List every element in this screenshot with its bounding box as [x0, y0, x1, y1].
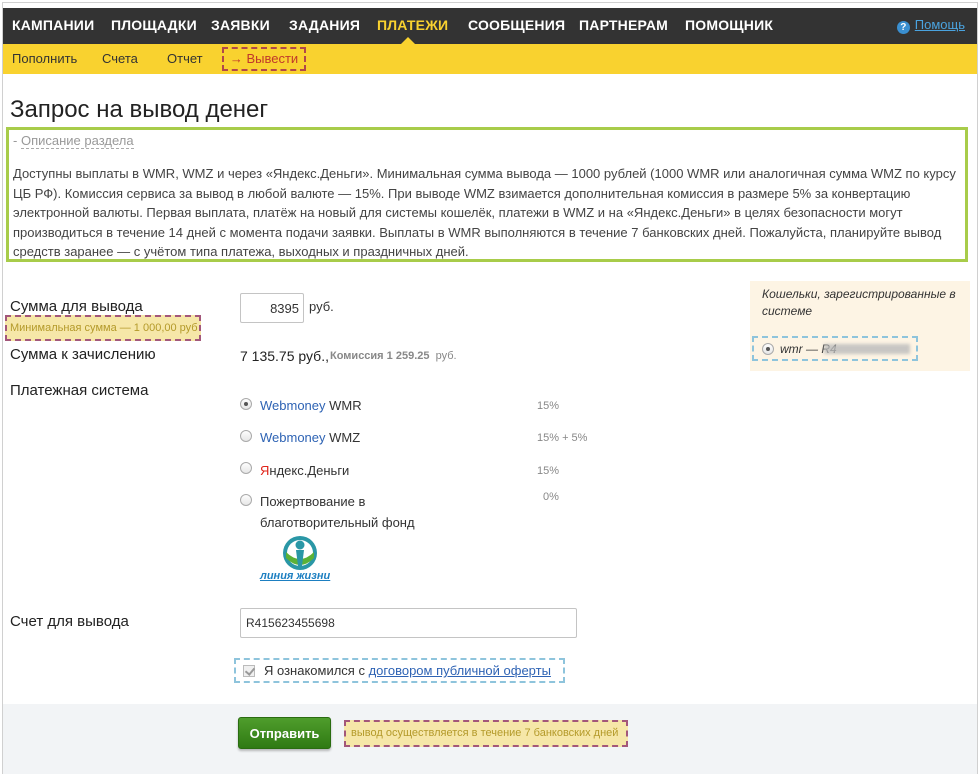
nav-item-partners[interactable]: ПАРТНЕРАМ [579, 8, 668, 44]
amount-currency: руб. [309, 299, 334, 314]
charity-label-line2: благотворительный фонд [260, 515, 415, 530]
payment-option-wmr[interactable]: Webmoney WMR [260, 395, 362, 416]
wmr-brand: Webmoney [260, 398, 326, 413]
credit-currency: руб., [298, 348, 329, 364]
wallet-radio[interactable] [762, 343, 774, 355]
payment-radio-yandex[interactable] [240, 462, 252, 474]
active-tab-caret [401, 37, 415, 44]
commission-label: Комиссия [330, 350, 384, 362]
nav-item-sites[interactable]: ПЛОЩАДКИ [111, 8, 197, 44]
commission-currency: руб. [435, 350, 457, 362]
agree-checkbox[interactable] [243, 665, 255, 677]
wmz-brand: Webmoney [260, 430, 326, 445]
subnav-item-topup[interactable]: Пополнить [12, 44, 77, 74]
offer-agreement[interactable]: Я ознакомился с договором публичной офер… [234, 658, 565, 683]
help-label: Помощь [914, 17, 965, 32]
wallets-title: Кошельки, зарегистрированные в системе [762, 287, 956, 318]
toggle-label: Описание раздела [20, 133, 134, 149]
subnav-item-report[interactable]: Отчет [167, 44, 203, 74]
wmr-suffix: WMR [325, 398, 362, 413]
sub-nav: Пополнить Счета Отчет → Вывести [3, 44, 977, 74]
section-description: - Описание раздела Доступны выплаты в WM… [6, 127, 968, 262]
agree-text: Я ознакомился с договором публичной офер… [264, 663, 551, 678]
charity-fee: 0% [543, 491, 559, 503]
credit-value: 7 135.75 [240, 348, 295, 364]
nav-item-campaigns[interactable]: КАМПАНИИ [12, 8, 94, 44]
nav-item-assistant[interactable]: ПОМОЩНИК [685, 8, 773, 44]
help-link[interactable]: ? Помощь [896, 8, 965, 44]
commission-info: Комиссия 1 259.25 руб. [330, 350, 457, 362]
subnav-item-accounts[interactable]: Счета [102, 44, 138, 74]
yandex-brand-rest: ндекс.Деньги [269, 463, 350, 478]
yandex-fee: 15% [537, 465, 560, 477]
amount-input[interactable] [240, 293, 304, 323]
nav-item-requests[interactable]: ЗАЯВКИ [211, 8, 270, 44]
account-label: Счет для вывода [10, 613, 129, 630]
payment-option-wmz[interactable]: Webmoney WMZ [260, 427, 360, 448]
subnav-item-withdraw[interactable]: → Вывести [222, 47, 306, 71]
payment-radio-wmr[interactable] [240, 398, 252, 410]
wallet-number-blurred [824, 344, 910, 354]
page-title: Запрос на вывод денег [10, 96, 269, 123]
question-circle-icon: ? [896, 21, 910, 34]
amount-label: Сумма для вывода [10, 298, 143, 315]
agree-prefix: Я ознакомился с [264, 663, 369, 678]
submit-button[interactable]: Отправить [238, 717, 331, 749]
charity-label-line1: Пожертвование в [260, 494, 366, 509]
payment-radio-charity[interactable] [240, 494, 252, 506]
wmz-suffix: WMZ [325, 430, 361, 445]
main-nav: КАМПАНИИ ПЛОЩАДКИ ЗАЯВКИ ЗАДАНИЯ ПЛАТЕЖИ… [3, 8, 977, 44]
yandex-brand-first: Я [260, 463, 270, 478]
commission-value: 1 259.25 [386, 350, 430, 362]
description-text: Доступны выплаты в WMR, WMZ и через «Янд… [13, 166, 956, 259]
min-sum-hint: Минимальная сумма — 1 000,00 руб [5, 315, 201, 341]
wmz-fee: 15% + 5% [537, 432, 588, 444]
description-toggle[interactable]: - Описание раздела [13, 133, 134, 149]
public-offer-link[interactable]: договором публичной оферты [369, 663, 551, 678]
payment-option-charity[interactable]: Пожертвование в благотворительный фонд [260, 491, 415, 533]
nav-item-tasks[interactable]: ЗАДАНИЯ [289, 8, 360, 44]
nav-item-messages[interactable]: СООБЩЕНИЯ [468, 8, 565, 44]
toggle-prefix: - [13, 133, 21, 148]
credit-label: Сумма к зачислению [10, 346, 156, 363]
processing-time-note: вывод осуществляется в течение 7 банковс… [344, 720, 628, 747]
account-input[interactable] [240, 608, 577, 638]
wmr-fee: 15% [537, 400, 560, 412]
credit-amount: 7 135.75 руб., [240, 348, 329, 364]
charity-fund-name[interactable]: линия жизни [260, 570, 330, 582]
wallet-item[interactable]: wmr — R4 [752, 336, 918, 361]
payment-option-yandex[interactable]: Яндекс.Деньги [260, 460, 349, 481]
payment-radio-wmz[interactable] [240, 430, 252, 442]
payment-system-label: Платежная система [10, 382, 149, 399]
